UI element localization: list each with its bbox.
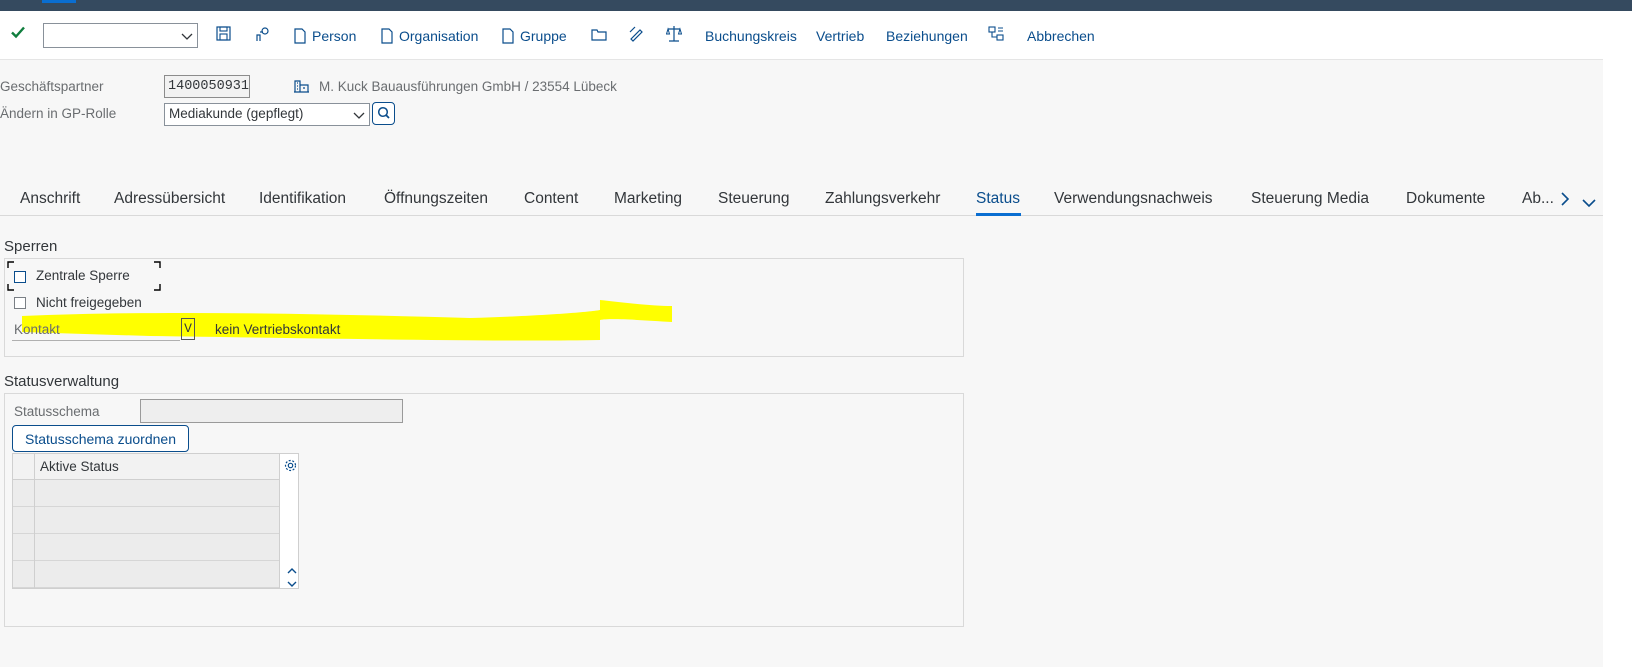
statusschema-field[interactable] (140, 399, 403, 423)
scroll-down-icon[interactable] (287, 575, 297, 591)
table-row[interactable] (35, 507, 279, 534)
kontakt-underline (12, 340, 180, 341)
row-selector[interactable] (13, 507, 34, 534)
table-row[interactable] (35, 561, 279, 588)
kontakt-text: kein Vertriebskontakt (215, 322, 341, 337)
row-selector[interactable] (13, 534, 34, 561)
table-scroll-divider (279, 454, 280, 588)
statusschema-zuordnen-button[interactable]: Statusschema zuordnen (12, 425, 189, 452)
gear-icon[interactable] (284, 459, 297, 475)
row-selector[interactable] (13, 480, 34, 507)
table-row[interactable] (35, 480, 279, 507)
nicht-freigegeben-checkbox[interactable] (14, 297, 26, 309)
zentrale-sperre-label: Zentrale Sperre (36, 268, 130, 283)
nicht-freigegeben-label: Nicht freigegeben (36, 295, 142, 310)
statusschema-zuordnen-label: Statusschema zuordnen (25, 430, 176, 447)
row-selector[interactable] (13, 561, 34, 588)
kontakt-value-field[interactable]: V (181, 318, 195, 340)
table-header-aktive-status[interactable]: Aktive Status (40, 459, 119, 474)
statusschema-label: Statusschema (14, 404, 100, 419)
statusverwaltung-title: Statusverwaltung (4, 373, 120, 390)
zentrale-sperre-checkbox[interactable] (14, 271, 26, 283)
table-row[interactable] (35, 534, 279, 561)
right-edge-strip (1603, 59, 1632, 667)
kontakt-label: Kontakt (14, 322, 60, 337)
